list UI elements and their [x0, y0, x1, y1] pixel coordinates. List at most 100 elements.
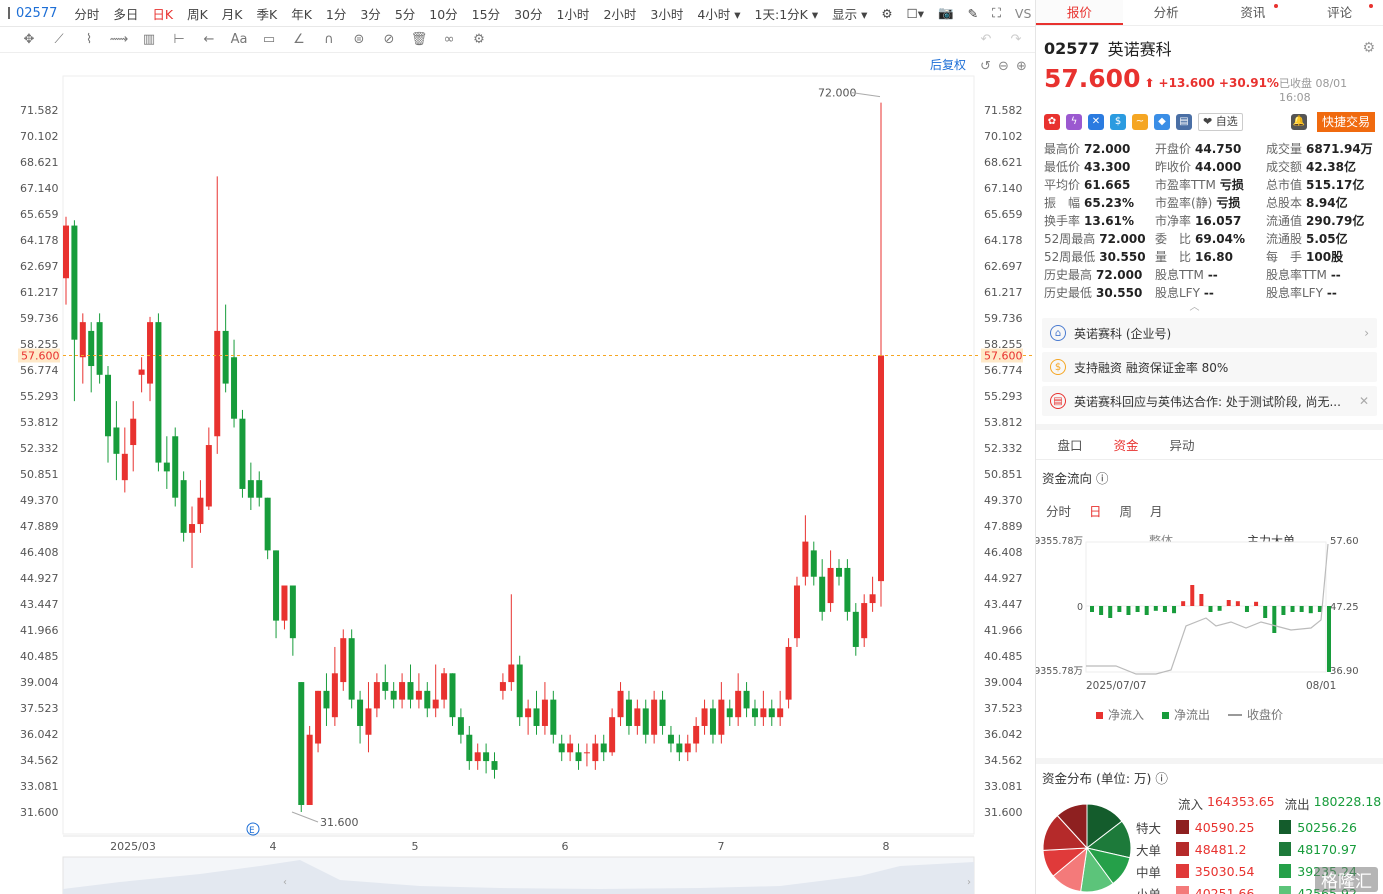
period-8[interactable]: 3分: [353, 4, 387, 23]
draw-tool-10-icon[interactable]: ∩: [318, 32, 340, 47]
draw-tool-11-icon[interactable]: ⊜: [348, 32, 370, 47]
stock-code-tab[interactable]: 02577: [16, 6, 57, 21]
period-9[interactable]: 5分: [388, 4, 422, 23]
period-1[interactable]: 多日: [106, 4, 145, 23]
legend-item[interactable]: 收盘价: [1228, 706, 1283, 723]
flash-icon[interactable]: ϟ: [1066, 114, 1082, 130]
period-7[interactable]: 1分: [319, 4, 353, 23]
period-4[interactable]: 月K: [215, 4, 250, 23]
stat-label: 换手率: [1044, 214, 1081, 228]
y-tick-left: 61.217: [20, 286, 59, 299]
fund-flow-chart[interactable]: 9355.78万 57.60 0 47.25 -9355.78万 36.90 2025/07…: [1036, 530, 1383, 690]
period-3[interactable]: 周K: [180, 4, 215, 23]
draw-tool-7-icon[interactable]: Aa: [228, 32, 250, 47]
tab-0[interactable]: 报价: [1036, 0, 1123, 25]
period-14[interactable]: 2小时: [596, 4, 643, 23]
kline-svg[interactable]: 71.582 71.582 70.102 70.102 68.621 68.621 67.1…: [0, 54, 1035, 894]
display-menu[interactable]: 显示 ▾: [825, 4, 874, 23]
camera-icon[interactable]: 📷: [931, 5, 961, 21]
dist-out-swatch: [1278, 842, 1292, 856]
layout-icon[interactable]: [8, 7, 10, 19]
tab-1[interactable]: 分析: [1123, 0, 1210, 25]
collapse-icon[interactable]: ︿: [1006, 302, 1383, 316]
info-row[interactable]: $支持融资 融资保证金率 80%›: [1042, 352, 1377, 382]
draw-tool-3-icon[interactable]: ⟿: [108, 32, 130, 47]
exchange-icon[interactable]: ✕: [1088, 114, 1104, 130]
settings-icon[interactable]: ⚙: [874, 6, 899, 21]
period-10[interactable]: 10分: [422, 4, 464, 23]
period-16[interactable]: 4小时 ▾: [690, 4, 747, 23]
y-tick-right: 55.293: [984, 390, 1023, 403]
dollar-icon[interactable]: $: [1110, 114, 1126, 130]
tag-icon[interactable]: ◆: [1154, 114, 1170, 130]
period-2[interactable]: 日K: [145, 4, 180, 23]
period-12[interactable]: 30分: [507, 4, 549, 23]
stat-value: 65.23%: [1084, 196, 1134, 210]
period-11[interactable]: 15分: [465, 4, 507, 23]
subtab-1[interactable]: 资金: [1098, 435, 1154, 454]
subtab-2[interactable]: 异动: [1154, 435, 1210, 454]
candle-body: [348, 638, 355, 700]
period-15[interactable]: 3小时: [643, 4, 690, 23]
pen-icon[interactable]: ✎: [961, 6, 985, 21]
candle-body: [583, 752, 590, 754]
candle-body: [382, 682, 389, 691]
close-icon[interactable]: ✕: [1359, 394, 1369, 408]
redo-icon[interactable]: ↷: [1005, 32, 1027, 47]
hk-connect-icon[interactable]: ✿: [1044, 114, 1060, 130]
gear-icon[interactable]: ⚙: [1362, 40, 1375, 56]
tab-2[interactable]: 资讯: [1210, 0, 1297, 25]
add-watchlist-button[interactable]: ❤ 自选: [1198, 113, 1243, 131]
info-row[interactable]: ⌂ 英诺赛科 (企业号) ›: [1042, 318, 1377, 348]
trend-icon[interactable]: ~: [1132, 114, 1148, 130]
legend-item[interactable]: 净流出: [1162, 706, 1210, 723]
stat-label: 每 手: [1266, 250, 1303, 264]
stat-cell: 最低价 43.300: [1044, 158, 1155, 176]
flow-bar: [1327, 606, 1331, 672]
draw-tool-4-icon[interactable]: ▥: [138, 32, 160, 47]
stat-cell: 市盈率(静) 亏损: [1155, 194, 1266, 212]
period-6[interactable]: 年K: [284, 4, 319, 23]
info-row[interactable]: ▤ 英诺赛科回应与英伟达合作: 处于测试阶段, 尚无... ✕: [1042, 386, 1377, 416]
draw-tool-2-icon[interactable]: ⌇: [78, 32, 100, 47]
draw-tool-13-icon[interactable]: 🗑: [408, 32, 430, 47]
flow-period-2[interactable]: 周: [1120, 501, 1133, 520]
candle-body: [281, 585, 288, 621]
candle-body: [810, 550, 817, 577]
flow-period-0[interactable]: 分时: [1046, 501, 1071, 520]
draw-tool-12-icon[interactable]: ⊘: [378, 32, 400, 47]
draw-tool-0-icon[interactable]: ✥: [18, 32, 40, 47]
period-0[interactable]: 分时: [67, 4, 106, 23]
bell-icon[interactable]: 🔔: [1290, 114, 1307, 130]
note-icon[interactable]: ▤: [1176, 114, 1192, 130]
high-label: 72.000: [818, 87, 857, 100]
chevron-right-icon[interactable]: ›: [1364, 326, 1369, 340]
draw-tool-8-icon[interactable]: ▭: [258, 32, 280, 47]
y-tick-right: 70.102: [984, 130, 1023, 143]
feature-icons: ✿ ϟ ✕ $ ~ ◆ ▤ ❤ 自选 🔔 快捷交易: [1036, 112, 1383, 132]
flow-period-3[interactable]: 月: [1150, 501, 1163, 520]
candle-body: [499, 682, 506, 691]
draw-tool-9-icon[interactable]: ∠: [288, 32, 310, 47]
draw-tool-14-icon[interactable]: ∞: [438, 32, 460, 47]
flow-period-1[interactable]: 日: [1089, 501, 1102, 520]
frame-icon[interactable]: ☐▾: [900, 6, 931, 21]
interval-select[interactable]: 1天:1分K ▾: [748, 4, 826, 23]
draw-tool-5-icon[interactable]: ⊢: [168, 32, 190, 47]
draw-tool-15-icon[interactable]: ⚙: [468, 32, 490, 47]
tab-3[interactable]: 评论: [1296, 0, 1383, 25]
kline-chart[interactable]: 71.582 71.582 70.102 70.102 68.621 68.621 67.1…: [0, 54, 1035, 894]
undo-icon[interactable]: ↶: [975, 32, 997, 47]
candle-body: [550, 699, 557, 735]
quick-trade-button[interactable]: 快捷交易: [1316, 112, 1375, 132]
period-5[interactable]: 季K: [250, 4, 285, 23]
fullscreen-icon[interactable]: ⛶: [985, 5, 1008, 21]
legend-item[interactable]: 净流入: [1096, 706, 1144, 723]
out-total: 180228.18: [1313, 794, 1382, 809]
period-13[interactable]: 1小时: [549, 4, 596, 23]
subtab-0[interactable]: 盘口: [1042, 435, 1098, 454]
flow-y-left: 9355.78万: [1036, 536, 1083, 547]
draw-tool-1-icon[interactable]: ⟋: [48, 32, 70, 47]
candle-body: [743, 690, 750, 709]
draw-tool-6-icon[interactable]: ←: [198, 32, 220, 47]
